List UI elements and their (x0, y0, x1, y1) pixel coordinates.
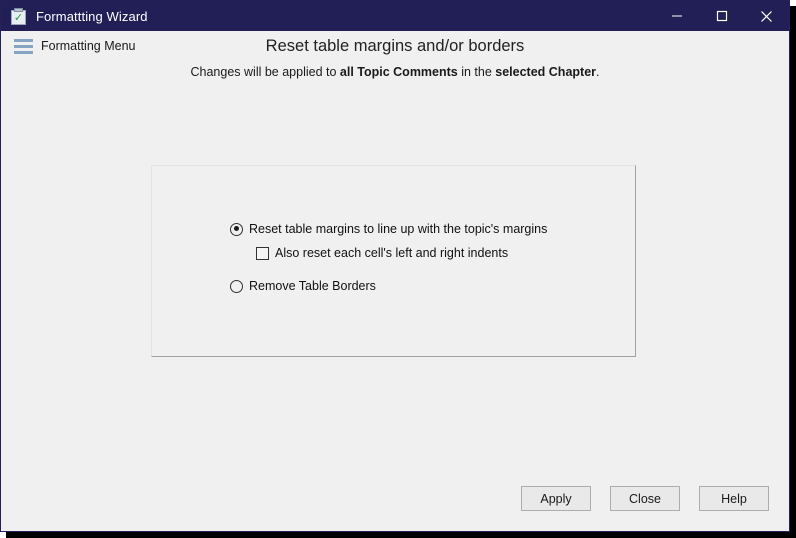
minimize-icon (671, 15, 682, 17)
title-bar: ✓ Formattting Wizard (1, 1, 789, 31)
checkbox-label-cell-indents: Also reset each cell's left and right in… (275, 246, 509, 260)
page-title: Reset table margins and/or borders (265, 37, 525, 55)
radio-indicator-reset-margins[interactable] (230, 222, 243, 236)
subtitle-text-2: in the (457, 65, 496, 79)
close-button[interactable] (744, 1, 789, 31)
close-icon (761, 10, 772, 22)
clipboard-check-icon: ✓ (10, 7, 27, 25)
window-shadow-right (790, 6, 796, 538)
subtitle-text-1: Changes will be applied to (190, 65, 340, 79)
dialog-footer: Apply Close Help (521, 486, 769, 511)
radio-indicator-remove-borders[interactable] (230, 279, 243, 293)
window-shadow-bottom (6, 532, 796, 538)
window-controls (654, 1, 789, 31)
radio-remove-table-borders[interactable]: Remove Table Borders (230, 279, 376, 293)
window-title: Formattting Wizard (36, 8, 148, 24)
checkbox-reset-cell-indents[interactable]: Also reset each cell's left and right in… (256, 246, 508, 260)
close-dialog-button[interactable]: Close (610, 486, 680, 511)
maximize-icon (716, 10, 727, 22)
subtitle-bold-1: all Topic Comments (339, 65, 458, 79)
dialog-window: ✓ Formattting Wizard Formatting Menu Res… (0, 0, 790, 532)
apply-button[interactable]: Apply (521, 486, 591, 511)
subtitle-bold-2: selected Chapter (495, 65, 597, 79)
help-button[interactable]: Help (699, 486, 769, 511)
radio-label-reset-margins: Reset table margins to line up with the … (249, 222, 548, 236)
radio-label-remove-borders: Remove Table Borders (249, 279, 376, 293)
minimize-button[interactable] (654, 1, 699, 31)
subtitle-text-3: . (596, 65, 600, 79)
maximize-button[interactable] (699, 1, 744, 31)
options-group-box (151, 165, 636, 357)
checkbox-indicator-cell-indents[interactable] (256, 246, 269, 260)
page-subtitle: Changes will be applied to all Topic Com… (1, 65, 789, 79)
radio-reset-table-margins[interactable]: Reset table margins to line up with the … (230, 222, 547, 236)
